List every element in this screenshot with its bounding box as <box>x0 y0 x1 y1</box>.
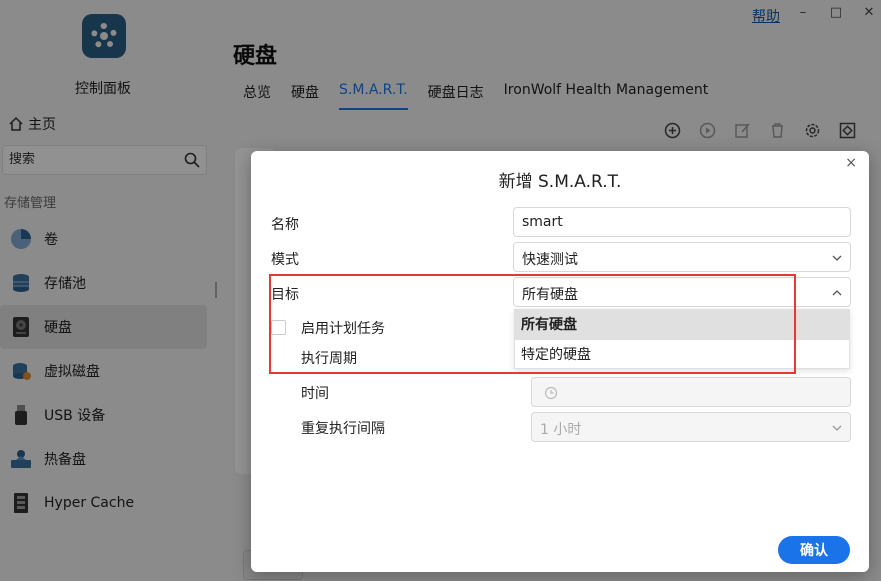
time-label: 时间 <box>301 386 329 402</box>
time-field[interactable] <box>531 377 851 407</box>
clock-icon <box>540 386 558 404</box>
period-label: 执行周期 <box>301 351 357 367</box>
name-field[interactable]: smart <box>513 207 851 237</box>
dropdown-option-all-disks[interactable]: 所有硬盘 <box>515 310 849 340</box>
chevron-up-icon <box>832 286 842 296</box>
repeat-select[interactable]: 1 小时 <box>531 412 851 442</box>
dialog-title: 新增 S.M.A.R.T. <box>498 172 622 192</box>
target-label: 目标 <box>271 287 299 303</box>
target-dropdown: 所有硬盘 特定的硬盘 <box>514 309 850 369</box>
schedule-checkbox[interactable] <box>271 320 286 335</box>
target-select[interactable]: 所有硬盘 <box>513 277 851 307</box>
new-smart-dialog: × 新增 S.M.A.R.T. 名称 smart 模式 快速测试 目标 所有硬盘… <box>251 151 869 572</box>
mode-select[interactable]: 快速测试 <box>513 242 851 272</box>
repeat-value: 1 小时 <box>540 422 582 438</box>
name-label: 名称 <box>271 217 299 233</box>
schedule-label: 启用计划任务 <box>301 321 385 337</box>
name-value: smart <box>522 214 563 230</box>
dropdown-option-specific-disks[interactable]: 特定的硬盘 <box>515 340 849 370</box>
repeat-label: 重复执行间隔 <box>301 421 385 437</box>
confirm-button[interactable]: 确认 <box>778 536 850 564</box>
chevron-down-icon <box>832 251 842 261</box>
target-value: 所有硬盘 <box>522 287 578 303</box>
chevron-down-icon <box>832 421 842 431</box>
mode-value: 快速测试 <box>522 252 578 268</box>
mode-label: 模式 <box>271 252 299 268</box>
